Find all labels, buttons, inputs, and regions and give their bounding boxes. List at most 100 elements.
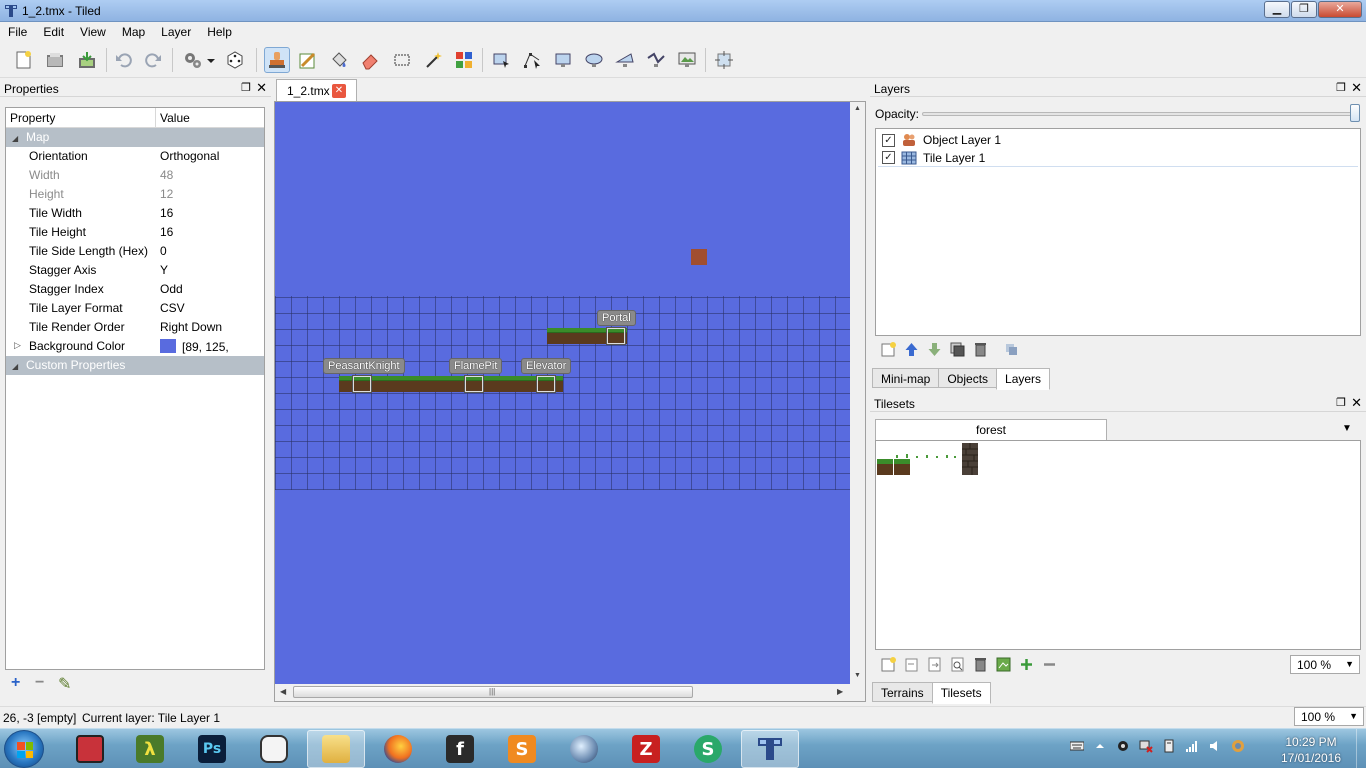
object-label-elevator[interactable]: Elevator xyxy=(521,358,572,374)
redo-button[interactable] xyxy=(140,47,166,73)
property-value[interactable]: 0 xyxy=(156,242,264,261)
terrain-brush-tool[interactable] xyxy=(295,47,321,73)
insert-tile-tool[interactable] xyxy=(674,47,700,73)
object-box[interactable] xyxy=(607,328,625,344)
edit-terrain-icon[interactable] xyxy=(995,656,1012,673)
tileset-zoom-select[interactable]: 100 % ▼ xyxy=(1290,655,1360,674)
property-value[interactable]: Right Down xyxy=(156,318,264,337)
collapse-arrow-icon[interactable]: ◢ xyxy=(12,134,26,143)
property-group-map[interactable]: ◢ Map xyxy=(6,128,264,147)
column-header-property[interactable]: Property xyxy=(6,108,156,127)
eraser-tool[interactable] xyxy=(357,47,383,73)
taskbar-app-sublime[interactable]: S xyxy=(493,730,551,768)
object-box[interactable] xyxy=(537,376,555,392)
tileset-tab-forest[interactable]: forest xyxy=(875,419,1107,440)
scroll-left-icon[interactable]: ◀ xyxy=(280,687,286,696)
object-label-peasantknight[interactable]: PeasantKnight xyxy=(323,358,405,374)
taskbar-app-lambda[interactable]: λ xyxy=(121,730,179,768)
layer-options-icon[interactable] xyxy=(1003,341,1020,358)
taskbar-app-firefox[interactable] xyxy=(369,730,427,768)
tab-layers[interactable]: Layers xyxy=(996,368,1051,390)
object-box[interactable] xyxy=(465,376,483,392)
color-swatch[interactable] xyxy=(160,339,176,353)
close-panel-icon[interactable]: ✕ xyxy=(1351,395,1362,411)
float-panel-icon[interactable]: ❐ xyxy=(241,81,251,94)
layer-row-object-layer-1[interactable]: ✓ Object Layer 1 xyxy=(878,131,1358,149)
insert-rectangle-tool[interactable] xyxy=(550,47,576,73)
insert-ellipse-tool[interactable] xyxy=(581,47,607,73)
taskbar-app-skype[interactable]: S xyxy=(679,730,737,768)
edit-polygons-tool[interactable] xyxy=(519,47,545,73)
remove-tileset-icon[interactable] xyxy=(972,656,989,673)
property-row-height[interactable]: Height 12 xyxy=(6,185,264,204)
insert-polyline-tool[interactable] xyxy=(643,47,669,73)
remove-property-icon[interactable]: − xyxy=(35,674,44,692)
add-tiles-icon[interactable] xyxy=(1018,656,1035,673)
close-tab-icon[interactable]: ✕ xyxy=(332,84,346,98)
signal-bars-icon[interactable] xyxy=(1185,739,1199,753)
tab-mini-map[interactable]: Mini-map xyxy=(872,368,940,388)
remove-tiles-icon[interactable] xyxy=(1041,656,1058,673)
map-zoom-select[interactable]: 100 % ▼ xyxy=(1294,707,1364,726)
property-row-background-color[interactable]: ▷ Background Color [89, 125, 206]... xyxy=(6,337,264,368)
keyboard-icon[interactable] xyxy=(1070,739,1084,753)
tileset-properties-icon[interactable] xyxy=(949,656,966,673)
property-value[interactable]: Y xyxy=(156,261,264,280)
property-row-tile-render-order[interactable]: Tile Render Order Right Down xyxy=(6,318,264,337)
object-box[interactable] xyxy=(353,376,371,392)
close-panel-icon[interactable]: ✕ xyxy=(1351,80,1362,96)
property-row-stagger-index[interactable]: Stagger Index Odd xyxy=(6,280,264,299)
property-value[interactable]: [89, 125, 206]... xyxy=(156,337,264,368)
property-row-tile-layer-format[interactable]: Tile Layer Format CSV xyxy=(6,299,264,318)
scroll-up-icon[interactable]: ▲ xyxy=(854,105,861,112)
open-button[interactable] xyxy=(42,47,68,73)
property-value[interactable]: Orthogonal xyxy=(156,147,264,166)
bucket-fill-tool[interactable] xyxy=(326,47,352,73)
random-mode-button[interactable] xyxy=(222,47,248,73)
tab-tilesets[interactable]: Tilesets xyxy=(931,682,991,704)
crop-map-button[interactable] xyxy=(711,47,737,73)
property-row-tile-height[interactable]: Tile Height 16 xyxy=(6,223,264,242)
tileset-menu-arrow-icon[interactable]: ▼ xyxy=(1342,423,1352,434)
export-tileset-icon[interactable] xyxy=(926,656,943,673)
property-value[interactable]: CSV xyxy=(156,299,264,318)
rectangle-select-tool[interactable] xyxy=(389,47,415,73)
opacity-slider-handle[interactable] xyxy=(1350,104,1360,122)
map-vertical-scrollbar[interactable]: ▲ ▼ xyxy=(850,102,865,684)
select-same-tile-tool[interactable] xyxy=(451,47,477,73)
volume-icon[interactable] xyxy=(1208,739,1222,753)
stamp-brush-tool[interactable] xyxy=(264,47,290,73)
expand-arrow-icon[interactable]: ▷ xyxy=(14,340,21,351)
tileset-tiles[interactable] xyxy=(876,441,986,477)
commands-dropdown[interactable] xyxy=(204,47,218,73)
menu-map[interactable]: Map xyxy=(114,22,153,42)
usb-device-icon[interactable] xyxy=(1162,739,1176,753)
start-button[interactable] xyxy=(4,730,44,768)
layer-visibility-checkbox[interactable]: ✓ xyxy=(882,151,895,164)
close-button[interactable]: ✕ xyxy=(1318,1,1362,18)
object-label-flamepit[interactable]: FlamePit xyxy=(449,358,503,374)
gear-icon[interactable] xyxy=(1116,739,1130,753)
menu-edit[interactable]: Edit xyxy=(35,22,72,42)
layer-row-tile-layer-1[interactable]: ✓ Tile Layer 1 xyxy=(878,149,1358,167)
map-canvas[interactable]: PeasantKnight FlamePit Elevator Portal xyxy=(275,102,850,684)
new-map-button[interactable] xyxy=(10,47,36,73)
menu-view[interactable]: View xyxy=(72,22,114,42)
scrollbar-thumb[interactable]: ||| xyxy=(293,686,693,698)
collapse-arrow-icon[interactable]: ◢ xyxy=(12,362,26,371)
select-objects-tool[interactable] xyxy=(488,47,514,73)
tab-objects[interactable]: Objects xyxy=(938,368,998,388)
property-row-tile-side-length[interactable]: Tile Side Length (Hex) 0 xyxy=(6,242,264,261)
close-panel-icon[interactable]: ✕ xyxy=(256,80,267,96)
property-row-tile-width[interactable]: Tile Width 16 xyxy=(6,204,264,223)
column-header-value[interactable]: Value xyxy=(156,108,194,127)
property-row-width[interactable]: Width 48 xyxy=(6,166,264,185)
maximize-button[interactable]: ❐ xyxy=(1291,1,1317,18)
magic-wand-tool[interactable] xyxy=(420,47,446,73)
insert-polygon-tool[interactable] xyxy=(612,47,638,73)
import-tileset-icon[interactable] xyxy=(903,656,920,673)
menu-help[interactable]: Help xyxy=(199,22,240,42)
tab-terrains[interactable]: Terrains xyxy=(872,682,933,702)
lower-layer-icon[interactable] xyxy=(926,341,943,358)
taskbar-app-filezilla[interactable]: Z xyxy=(617,730,675,768)
